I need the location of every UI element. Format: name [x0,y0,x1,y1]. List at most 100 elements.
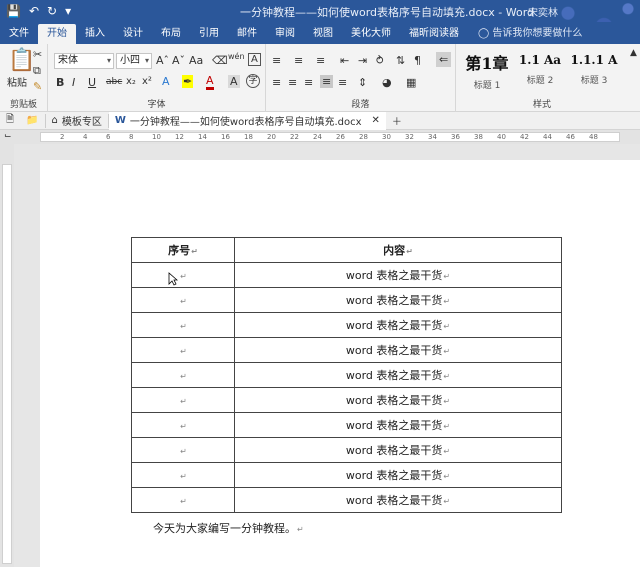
tab-view[interactable]: 视图 [304,24,342,44]
doc-tab-current[interactable]: W 一分钟教程——如何使word表格序号自动填充.docx ✕ [108,111,386,130]
index-cell[interactable]: ↵ [131,487,235,513]
content-cell[interactable]: word 表格之最干货↵ [234,262,562,288]
styles-label: 样式 [532,100,551,110]
grow-font-icon[interactable]: Aˆ [156,54,169,67]
index-cell[interactable]: ↵ [131,387,235,413]
content-cell[interactable]: word 表格之最干货↵ [234,362,562,388]
document-table[interactable]: 序号↵ 内容↵ ↵ word 表格之最干货↵ ↵ word 表格之最干货↵ ↵ word … [131,237,562,513]
content-cell[interactable]: word 表格之最干货↵ [234,287,562,313]
chinese-layout-icon[interactable]: ⥁ [376,54,384,67]
horizontal-ruler[interactable]: ⌙ 2 4 6 8 10 12 14 16 18 20 22 24 26 28 30 32 34 36 38 40 42… [0,130,640,144]
shrink-font-icon[interactable]: Aˇ [172,54,185,67]
cut-icon[interactable]: ✂ [33,48,42,61]
tab-file[interactable]: 文件 [0,24,38,44]
close-icon[interactable]: ✕ [372,115,380,126]
redo-icon[interactable]: ↻ [47,4,57,18]
highlight-icon[interactable]: ✒ [182,75,194,88]
superscript-icon[interactable]: x² [142,76,152,87]
header-cell-index[interactable]: 序号↵ [131,237,235,263]
tab-foxit[interactable]: 福昕阅读器 [400,24,468,44]
shading-icon[interactable]: ◕ [382,76,392,89]
tab-mailings[interactable]: 邮件 [228,24,266,44]
paragraph-mark: ↵ [180,471,187,481]
save-icon[interactable]: 💾 [6,4,21,18]
bullets-icon[interactable]: ≡ [272,54,281,67]
tab-review[interactable]: 审阅 [266,24,304,44]
tab-layout[interactable]: 布局 [152,24,190,44]
subscript-icon[interactable]: x₂ [126,76,136,87]
change-case-icon[interactable]: Aa [189,54,203,67]
char-shading-icon[interactable]: A [228,75,240,88]
font-name-combo[interactable]: 宋体 ▾ [54,53,114,69]
phonetic-guide-icon[interactable]: wén [228,52,245,61]
tab-design[interactable]: 设计 [114,24,152,44]
customize-qat-icon[interactable]: ▾ [65,4,71,18]
char-border-icon[interactable]: A [248,53,261,66]
body-paragraph[interactable]: 今天为大家编写一分钟教程。↵ [153,520,304,536]
open-folder-button[interactable]: 📁 [20,115,44,126]
content-cell[interactable]: word 表格之最干货↵ [234,312,562,338]
strikethrough-icon[interactable]: abc [106,77,122,87]
content-cell[interactable]: word 表格之最干货↵ [234,412,562,438]
new-doc-button[interactable]: 🗎 [0,112,20,129]
index-cell[interactable]: ↵ [131,312,235,338]
align-left-icon[interactable]: ≡ [272,76,281,89]
tab-selector-icon[interactable]: ⌙ [4,131,12,141]
index-cell[interactable]: ↵ [131,462,235,488]
index-cell[interactable]: ↵ [131,287,235,313]
align-center-icon[interactable]: ≡ [288,76,297,89]
index-cell[interactable]: ↵ [131,362,235,388]
tab-home[interactable]: 开始 [38,24,76,44]
header-cell-content[interactable]: 内容↵ [234,237,562,263]
decrease-indent-icon[interactable]: ⇤ [340,54,349,67]
distributed-icon[interactable]: ≡ [338,76,347,89]
index-cell[interactable]: ↵ [131,337,235,363]
font-size-combo[interactable]: 小四 ▾ [116,53,152,69]
tab-references[interactable]: 引用 [190,24,228,44]
paste-button[interactable]: 粘贴 [7,74,27,89]
ruler-tick-label: 40 [497,133,506,141]
font-color-icon[interactable]: A [206,75,214,90]
content-cell[interactable]: word 表格之最干货↵ [234,437,562,463]
document-page[interactable]: 序号↵ 内容↵ ↵ word 表格之最干货↵ ↵ word 表格之最干货↵ ↵ word … [40,160,640,567]
content-cell[interactable]: word 表格之最干货↵ [234,337,562,363]
content-cell[interactable]: word 表格之最干货↵ [234,487,562,513]
clear-format-icon[interactable]: ⌫ [212,54,228,67]
content-cell[interactable]: word 表格之最干货↵ [234,387,562,413]
show-marks-icon[interactable]: ¶ [414,54,421,67]
index-cell[interactable]: ↵ [131,412,235,438]
style-heading-2[interactable]: 1.1 Aa 标题 2 [514,50,566,90]
borders-icon[interactable]: ▦ [406,76,416,89]
enclose-char-icon[interactable]: 字 [246,74,260,88]
new-tab-button[interactable]: ＋ [386,113,408,128]
content-cell[interactable]: word 表格之最干货↵ [234,462,562,488]
line-spacing-icon[interactable]: ⇕ [358,76,367,89]
tab-beautify[interactable]: 美化大师 [342,24,400,44]
ruler-tick-label: 2 [60,133,65,141]
justify-icon[interactable]: ≡ [320,75,334,88]
doc-tab-templates[interactable]: ⌂ 模板专区 [46,113,108,128]
increase-indent-icon[interactable]: ⇥ [358,54,367,67]
user-name[interactable]: 宋奕林 [528,4,558,19]
style-heading-3[interactable]: 1.1.1 A 标题 3 [566,50,622,90]
format-painter-icon[interactable]: ✎ [33,80,42,93]
tell-me-box[interactable]: ◯ 告诉我你想要做什么 [468,24,582,44]
sort-icon[interactable]: ⇅ [396,54,405,67]
text-effects-icon[interactable]: A [162,75,170,88]
index-cell[interactable]: ↵ [131,262,235,288]
bold-icon[interactable]: B [56,76,64,89]
multilevel-list-icon[interactable]: ≡ [316,54,325,67]
styles-scroll-icon[interactable]: ▲ [630,48,637,58]
numbering-icon[interactable]: ≡ [294,54,303,67]
paste-icon[interactable]: 📋 [8,48,35,73]
underline-icon[interactable]: U [88,76,96,89]
tab-insert[interactable]: 插入 [76,24,114,44]
asian-typography-icon[interactable]: ⇐ [436,52,452,67]
align-right-icon[interactable]: ≡ [304,76,313,89]
undo-icon[interactable]: ↶ [29,4,39,18]
style-heading-1[interactable]: 第1章 标题 1 [460,50,514,91]
italic-icon[interactable]: I [72,76,75,89]
vertical-ruler[interactable] [0,144,14,567]
index-cell[interactable]: ↵ [131,437,235,463]
copy-icon[interactable]: ⧉ [33,64,41,78]
